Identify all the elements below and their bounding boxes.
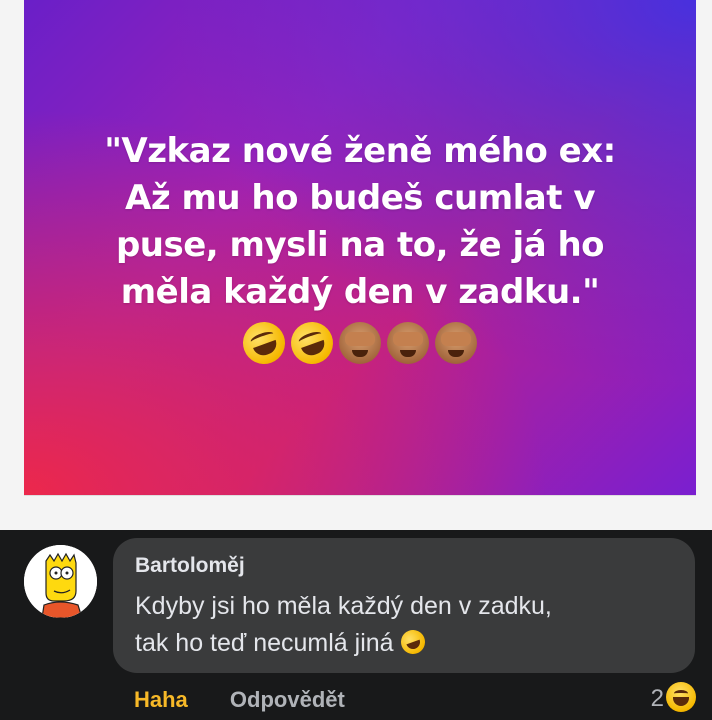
post-quote-line: puse, mysli na to, že já ho (115, 225, 605, 265)
reply-button[interactable]: Odpovědět (230, 687, 345, 712)
post-emoji-row (24, 316, 696, 370)
haha-reaction-button[interactable]: Haha (134, 687, 188, 712)
rolling-laughing-emoji-icon (237, 316, 291, 370)
rolling-laughing-emoji-icon (285, 316, 339, 370)
reaction-count[interactable]: 2 (651, 685, 664, 713)
grinning-squinting-face-icon[interactable] (666, 682, 696, 712)
comment-author[interactable]: Bartoloměj (135, 554, 245, 578)
comment-text: Kdyby jsi ho měla každý den v zadku, tak… (135, 588, 695, 662)
comment-bubble[interactable]: Bartoloměj Kdyby jsi ho měla každý den v… (113, 538, 695, 673)
post-quote-text: "Vzkaz nové ženě mého ex: Až mu ho budeš… (24, 128, 696, 316)
comment-line: Kdyby jsi ho měla každý den v zadku, (135, 592, 552, 620)
see-no-evil-monkey-icon (435, 322, 477, 364)
comment-section: Bartoloměj Kdyby jsi ho měla každý den v… (0, 530, 712, 720)
post-quote-line: měla každý den v zadku." (120, 272, 600, 312)
post-image[interactable]: "Vzkaz nové ženě mého ex: Až mu ho budeš… (24, 0, 696, 496)
post-image-area: "Vzkaz nové ženě mého ex: Až mu ho budeš… (0, 0, 712, 530)
see-no-evil-monkey-icon (387, 322, 429, 364)
see-no-evil-monkey-icon (339, 322, 381, 364)
comment-line: tak ho teď necumlá jiná (135, 629, 394, 657)
avatar[interactable] (24, 545, 97, 618)
comment-actions: Haha Odpovědět (134, 687, 345, 713)
post-quote-line: Až mu ho budeš cumlat v (125, 178, 595, 218)
bart-avatar-icon (24, 545, 97, 618)
rolling-laughing-emoji-icon (397, 626, 428, 658)
post-quote-line: "Vzkaz nové ženě mého ex: (104, 131, 616, 171)
